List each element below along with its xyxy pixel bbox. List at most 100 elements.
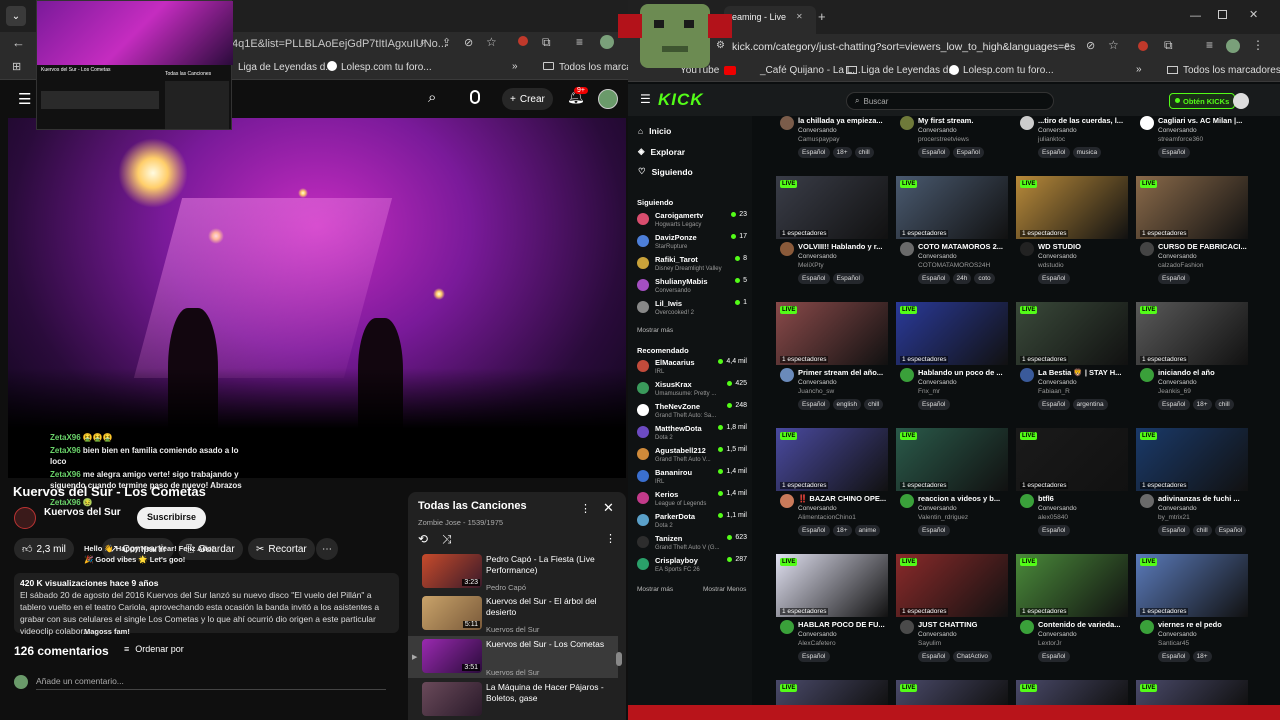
streamer-avatar[interactable]: [780, 116, 794, 130]
tag-chip[interactable]: 18+: [832, 147, 852, 158]
tag-chip[interactable]: argentina: [1072, 399, 1108, 410]
streamer-avatar[interactable]: [780, 494, 794, 508]
tag-chip[interactable]: Español: [1038, 651, 1070, 662]
channel-item[interactable]: Lil_Iwis Overcooked! 2 1: [637, 299, 749, 321]
nav-home[interactable]: ⌂ Inicio: [638, 126, 671, 136]
streamer-avatar[interactable]: [780, 368, 794, 382]
stream-thumbnail-partial[interactable]: LIVE: [1136, 680, 1248, 705]
menu-icon[interactable]: ☰: [640, 92, 651, 106]
streamer-name[interactable]: julianktoc: [1038, 136, 1065, 143]
tag-chip[interactable]: Español: [918, 273, 950, 284]
stream-card[interactable]: LIVE 1 espectadores adivinanzas de fuchi .…: [1136, 428, 1248, 548]
streamer-name[interactable]: streamforce360: [1158, 136, 1203, 143]
bookmark-liga[interactable]: Liga de Leyendas d...: [238, 62, 334, 73]
sort-button[interactable]: ≡ Ordenar por: [124, 644, 184, 654]
zoom-icon[interactable]: ⌕: [420, 36, 426, 49]
stream-category[interactable]: Conversando: [918, 379, 957, 386]
channel-item[interactable]: TheNevZone Grand Theft Auto: Sa... 248: [637, 402, 749, 424]
extension-icon-1[interactable]: [518, 36, 528, 46]
stream-card[interactable]: LIVE 1 espectadores WD STUDIO Conversando wd…: [1016, 176, 1128, 296]
tag-chip[interactable]: english: [832, 399, 862, 410]
stream-card[interactable]: LIVE 1 espectadores Primer stream del año.…: [776, 302, 888, 422]
playlist-item[interactable]: La Máquina de Hacer Pájaros - Boletos, g…: [422, 682, 622, 720]
stream-category[interactable]: Conversando: [918, 505, 957, 512]
tag-chip[interactable]: chill: [864, 399, 884, 410]
tag-chip[interactable]: Español: [798, 399, 830, 410]
channel-item[interactable]: XisusKrax Umamusume: Pretty ... 425: [637, 380, 749, 402]
streamer-avatar[interactable]: [780, 242, 794, 256]
tag-chip[interactable]: Español: [798, 651, 830, 662]
get-kicks-button[interactable]: Obtén KICKs: [1169, 93, 1236, 109]
share-page-icon[interactable]: ⇪: [442, 36, 451, 49]
streamer-name[interactable]: procerstreetviews: [918, 136, 969, 143]
streamer-avatar[interactable]: [1140, 242, 1154, 256]
streamer-avatar[interactable]: [1020, 116, 1034, 130]
stream-card[interactable]: LIVE 1 espectadores HABLAR POCO DE FU... Co…: [776, 554, 888, 674]
video-player[interactable]: [8, 118, 626, 478]
clip-button[interactable]: ✂ Recortar: [248, 538, 315, 560]
tag-chip[interactable]: Español: [918, 147, 950, 158]
tag-chip[interactable]: 24h: [952, 273, 972, 284]
subscribe-button[interactable]: Suscribirse: [137, 507, 207, 529]
tag-chip[interactable]: Español: [918, 399, 950, 410]
browser-menu-icon[interactable]: ⋮: [1252, 38, 1264, 52]
streamer-avatar[interactable]: [1020, 242, 1034, 256]
stream-category[interactable]: Conversando: [1158, 631, 1197, 638]
stream-thumbnail-partial[interactable]: LIVE: [776, 680, 888, 705]
channel-item[interactable]: MatthewDota Dota 2 1,8 mil: [637, 424, 749, 446]
streamer-name[interactable]: AlimentacionChino1: [798, 514, 856, 521]
stream-category[interactable]: Conversando: [798, 253, 837, 260]
tag-chip[interactable]: Español: [1158, 525, 1190, 536]
stream-category[interactable]: Conversando: [918, 127, 957, 134]
shuffle-icon[interactable]: ⤨: [442, 532, 452, 547]
stream-category[interactable]: Conversando: [798, 505, 837, 512]
account-avatar[interactable]: [598, 89, 618, 109]
tag-chip[interactable]: chill: [854, 147, 874, 158]
search-icon[interactable]: ⌕: [428, 89, 436, 106]
stream-card-partial[interactable]: My first stream. Conversando procerstreetv…: [896, 116, 1008, 160]
tag-chip[interactable]: chill: [1214, 399, 1234, 410]
tag-chip[interactable]: Español: [1158, 399, 1190, 410]
playlist-scrollbar[interactable]: [616, 652, 622, 666]
channel-name[interactable]: Kuervos del Sur: [44, 507, 121, 518]
streamer-avatar[interactable]: [900, 620, 914, 634]
nav-following[interactable]: ♡ Siguiendo: [638, 166, 693, 177]
menu-icon[interactable]: ☰: [18, 90, 31, 108]
extensions-icon[interactable]: ⧉: [542, 35, 551, 50]
profile-avatar-icon[interactable]: [600, 35, 614, 49]
user-avatar[interactable]: [1233, 93, 1249, 109]
tag-chip[interactable]: Español: [1038, 147, 1070, 158]
stream-thumbnail[interactable]: LIVE 1 espectadores: [776, 176, 888, 239]
channel-item[interactable]: Tanizen Grand Theft Auto V (G... 623: [637, 534, 749, 556]
tag-chip[interactable]: Español: [798, 147, 830, 158]
bookmarks-folder[interactable]: Todos los marcadores: [1183, 65, 1280, 76]
channel-item[interactable]: DavizPonze StarRupture 17: [637, 233, 749, 255]
stream-thumbnail[interactable]: LIVE 1 espectadores: [1136, 554, 1248, 617]
channel-item[interactable]: Caroigamertv Hogwarts Legacy 23: [637, 211, 749, 233]
eye-off-icon[interactable]: ⊘: [1086, 39, 1095, 52]
playlist-more-icon[interactable]: ⋮: [580, 502, 591, 515]
stream-thumbnail[interactable]: LIVE 1 espectadores: [1016, 302, 1128, 365]
tag-chip[interactable]: 18+: [832, 525, 852, 536]
comment-input[interactable]: Añade un comentario...: [36, 676, 386, 690]
streamer-name[interactable]: wdstudio: [1038, 262, 1064, 269]
tag-chip[interactable]: Español: [1038, 399, 1070, 410]
close-icon[interactable]: ✕: [603, 500, 614, 516]
stream-thumbnail[interactable]: LIVE 1 espectadores: [1136, 176, 1248, 239]
streamer-avatar[interactable]: [1020, 620, 1034, 634]
streamer-name[interactable]: Sayulim: [918, 640, 941, 647]
channel-avatar[interactable]: [14, 507, 36, 529]
bookmarks-overflow-icon[interactable]: »: [512, 61, 518, 72]
mic-icon[interactable]: [470, 90, 480, 104]
stream-card[interactable]: LIVE 1 espectadores ‼️ BAZAR CHINO OPE... C…: [776, 428, 888, 548]
back-icon[interactable]: ←: [12, 35, 25, 50]
like-button[interactable]: 👍︎ 2,3 mil: [14, 538, 74, 560]
tag-chip[interactable]: anime: [854, 525, 881, 536]
stream-card[interactable]: LIVE 1 espectadores Contenido de varieda..…: [1016, 554, 1128, 674]
streamer-name[interactable]: Camuspaypay: [798, 136, 840, 143]
stream-card[interactable]: LIVE 1 espectadores COTO MATAMOROS 2... Con…: [896, 176, 1008, 296]
stream-thumbnail[interactable]: LIVE 1 espectadores: [1136, 302, 1248, 365]
streamer-name[interactable]: Valentin_rdriguez: [918, 514, 968, 521]
stream-category[interactable]: Conversando: [1158, 127, 1197, 134]
streamer-name[interactable]: COTOMATAMOROS24H: [918, 262, 990, 269]
